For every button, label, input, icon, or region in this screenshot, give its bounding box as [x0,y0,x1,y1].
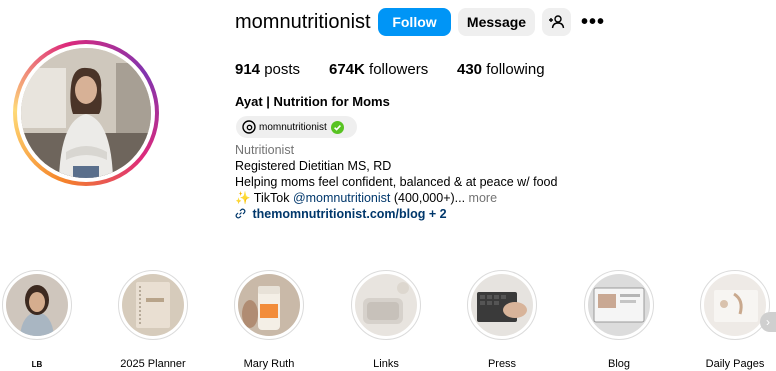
more-link[interactable]: more [465,191,497,205]
highlight-label: Blog [607,358,631,370]
profile-avatar-ring[interactable] [13,40,159,186]
more-options-button[interactable]: ••• [580,8,606,36]
chevron-right-icon: › [766,315,770,329]
verified-check-icon [330,120,344,134]
message-button[interactable]: Message [458,8,535,36]
highlight-ring [700,270,770,340]
following-count: 430 [457,61,483,78]
more-horizontal-icon: ••• [580,11,605,33]
highlights-next-button[interactable]: › [760,312,776,332]
following-stat[interactable]: 430 following [457,61,545,79]
avatar-illustration [21,48,151,178]
posts-stat[interactable]: 914 posts [235,61,300,79]
following-label: following [486,61,545,78]
follow-button[interactable]: Follow [378,8,451,36]
highlight-ring [2,270,72,340]
highlight-ring [118,270,188,340]
bio-line-2: Helping moms feel confident, balanced & … [235,175,558,189]
highlight-ring [584,270,654,340]
highlight-cover [471,274,533,336]
highlight-label: Mary Ruth [243,358,295,370]
followers-label: followers [369,61,429,78]
username: momnutritionist [235,11,371,33]
tiktok-handle-link[interactable]: @momnutritionist [293,191,390,205]
highlight-cover [122,274,184,336]
category-label: Nutritionist [235,143,295,157]
highlight-cover [238,274,300,336]
posts-count: 914 [235,61,261,78]
highlight-label: 2025 Planner [120,358,186,370]
threads-icon [242,120,256,134]
highlight-ring [234,270,304,340]
bio-line-1: Registered Dietitian MS, RD [235,159,392,173]
highlight-ring [351,270,421,340]
bio-line-3: ✨ TikTok @momnutritionist (400,000+)... … [235,190,497,206]
highlight-label: Links [373,358,399,370]
followers-stat[interactable]: 674K followers [329,61,428,79]
threads-handle: momnutritionist [259,121,327,133]
tiktok-prefix: ✨ TikTok [235,191,293,205]
bio-link-row[interactable]: themomnutritionist.com/blog + 2 [235,206,447,222]
avatar-gap [17,44,155,182]
threads-badge[interactable]: momnutritionist [236,116,357,138]
suggested-users-button[interactable] [542,8,571,36]
highlight-cover [6,274,68,336]
profile-avatar[interactable] [21,48,151,178]
full-name: Ayat | Nutrition for Moms [235,94,390,109]
highlight-ring [467,270,537,340]
highlight-cover [588,274,650,336]
highlight-label: Daily Pages [705,358,765,370]
highlight-cover [355,274,417,336]
external-link[interactable]: themomnutritionist.com/blog + 2 [252,207,446,221]
followers-count: 674K [329,61,365,78]
highlight-label: Press [487,358,517,370]
highlight-cover [704,274,766,336]
highlight-label: LB [31,360,43,369]
person-plus-icon [548,15,564,29]
posts-label: posts [264,61,301,78]
tiktok-suffix: (400,000+)... [390,191,466,205]
link-icon [235,208,246,219]
